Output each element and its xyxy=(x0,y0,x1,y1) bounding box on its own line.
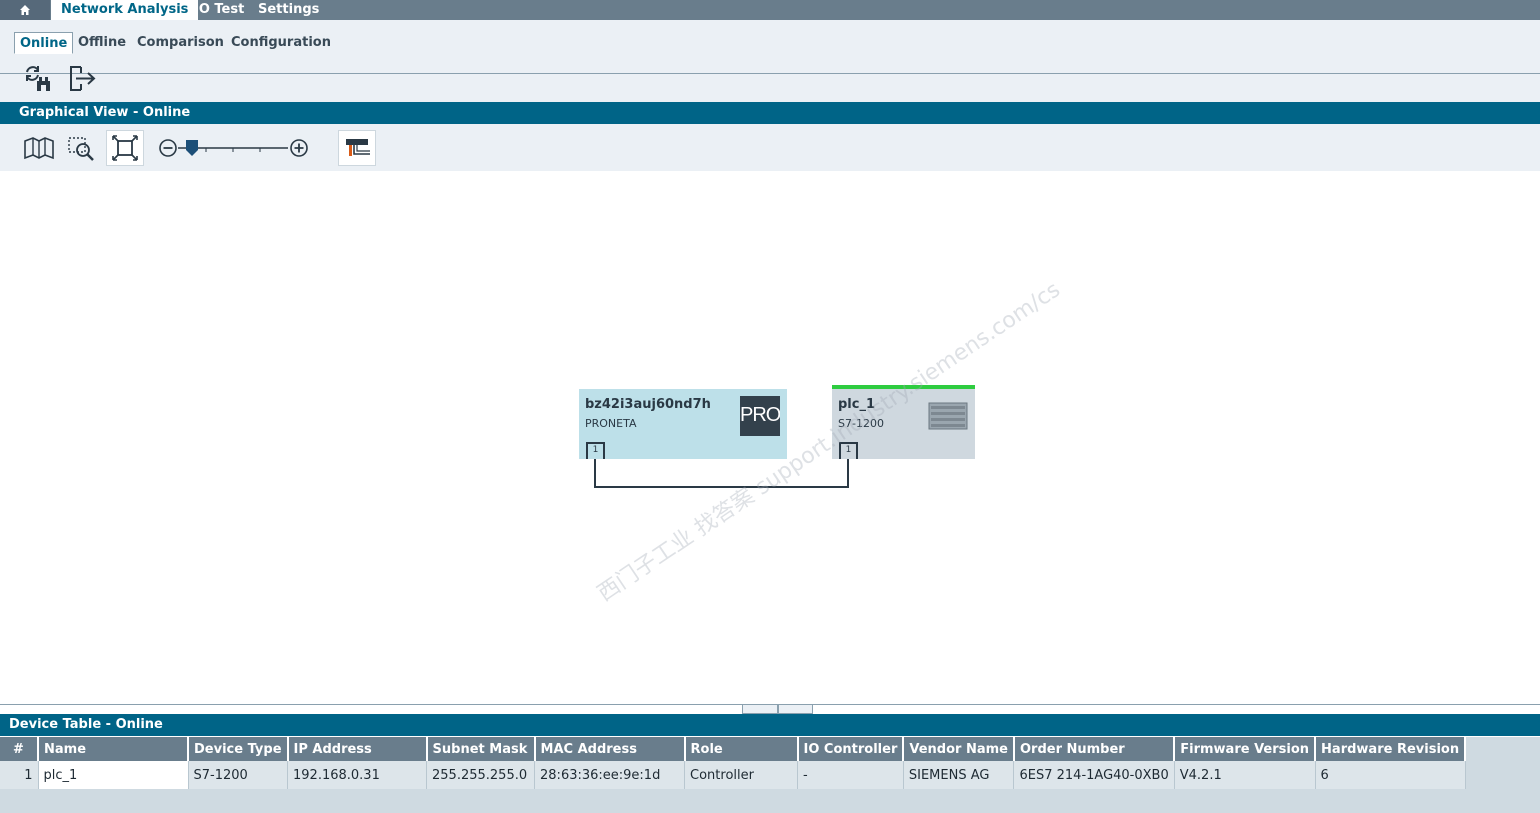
table-cell: 28:63:36:ee:9e:1d xyxy=(534,761,686,789)
zoom-in-button[interactable] xyxy=(289,138,309,158)
device-table-container: # Name Device Type IP Address Subnet Mask MAC… xyxy=(0,737,1540,813)
table-cell: plc_1 xyxy=(38,761,189,789)
table-row[interactable]: 1 plc_1 S7-1200 192.168.0.31 255.255.255.0 28… xyxy=(0,761,1466,789)
table-cell: - xyxy=(797,761,904,789)
map-overview-button[interactable] xyxy=(22,132,56,164)
table-header-row: # Name Device Type IP Address Subnet Mask MAC… xyxy=(0,737,1467,761)
fit-to-screen-icon xyxy=(112,135,138,161)
proneta-logo: PRON xyxy=(740,396,780,436)
column-header[interactable]: # xyxy=(0,737,39,761)
home-icon xyxy=(20,5,30,15)
collapse-up-button[interactable] xyxy=(778,705,813,718)
zoom-slider-thumb[interactable] xyxy=(186,140,198,156)
table-cell: Controller xyxy=(684,761,799,789)
tab-settings[interactable]: Settings xyxy=(248,0,329,20)
zoom-slider[interactable] xyxy=(178,138,288,158)
device-table-header: Device Table - Online xyxy=(0,714,1540,736)
subtab-online[interactable]: Online xyxy=(14,32,74,54)
table-cell: 6ES7 214-1AG40-0XB0 xyxy=(1013,761,1175,789)
export-button[interactable] xyxy=(66,62,98,94)
table-cell: V4.2.1 xyxy=(1174,761,1316,789)
tab-io-test[interactable]: IO Test xyxy=(184,0,254,20)
device-name: bz42i3auj60nd7h xyxy=(585,397,711,412)
device-name: plc_1 xyxy=(838,397,876,412)
column-header[interactable]: IP Address xyxy=(287,737,428,761)
device-table: # Name Device Type IP Address Subnet Mask MAC… xyxy=(0,737,1467,789)
network-graph-canvas[interactable]: bz42i3auj60nd7h PRONETA PRON 1 plc_1 S7-… xyxy=(0,171,1540,704)
topology-layout-button[interactable] xyxy=(338,130,376,166)
zoom-area-button[interactable] xyxy=(64,132,98,164)
graphical-view-toolbar xyxy=(0,124,1540,171)
tab-network-analysis[interactable]: Network Analysis xyxy=(51,0,199,20)
column-header[interactable]: Firmware Version xyxy=(1174,737,1317,761)
subtab-offline[interactable]: Offline xyxy=(73,32,131,54)
device-port[interactable]: 1 xyxy=(586,442,605,459)
column-header[interactable]: Name xyxy=(38,737,189,761)
table-cell: 255.255.255.0 xyxy=(426,761,536,789)
zoom-area-icon xyxy=(68,137,94,161)
table-body: 1 plc_1 S7-1200 192.168.0.31 255.255.255.0 28… xyxy=(0,761,1466,789)
column-header[interactable]: Order Number xyxy=(1013,737,1176,761)
divider xyxy=(0,73,1540,74)
device-node-plc[interactable]: plc_1 S7-1200 1 xyxy=(832,385,975,459)
topology-layout-icon xyxy=(346,139,370,156)
plc-hardware-icon xyxy=(928,402,968,430)
table-cell: 6 xyxy=(1315,761,1466,789)
collapse-down-button[interactable] xyxy=(742,705,778,718)
status-bar xyxy=(832,385,975,389)
table-cell: 192.168.0.31 xyxy=(287,761,428,789)
home-button[interactable] xyxy=(0,0,50,20)
table-cell: SIEMENS AG xyxy=(903,761,1015,789)
zoom-in-icon xyxy=(290,139,308,157)
subtab-configuration[interactable]: Configuration xyxy=(226,32,336,54)
column-header[interactable]: Vendor Name xyxy=(903,737,1015,761)
graphical-view-header: Graphical View - Online xyxy=(0,102,1540,124)
map-overview-icon xyxy=(24,137,54,160)
column-header[interactable]: IO Controller xyxy=(797,737,905,761)
zoom-out-icon xyxy=(159,139,177,157)
device-type: S7-1200 xyxy=(838,417,884,430)
device-type: PRONETA xyxy=(585,417,637,430)
column-header[interactable]: Role xyxy=(684,737,799,761)
column-header[interactable]: MAC Address xyxy=(534,737,686,761)
table-cell: 1 xyxy=(0,761,39,789)
fit-to-screen-button[interactable] xyxy=(106,130,144,166)
subtab-comparison[interactable]: Comparison xyxy=(132,32,229,54)
export-icon xyxy=(70,66,96,91)
sub-tab-area: Online Offline Comparison Configuration xyxy=(0,20,1540,102)
column-header[interactable]: Device Type xyxy=(188,737,289,761)
refresh-network-button[interactable] xyxy=(22,62,54,94)
panel-splitter[interactable] xyxy=(0,704,1540,718)
refresh-network-icon xyxy=(26,66,50,91)
column-header[interactable]: Hardware Revision xyxy=(1315,737,1467,761)
table-cell: S7-1200 xyxy=(188,761,289,789)
column-header[interactable]: Subnet Mask xyxy=(426,737,536,761)
device-node-proneta[interactable]: bz42i3auj60nd7h PRONETA PRON 1 xyxy=(579,389,787,459)
top-navigation-bar: Network Analysis IO Test Settings xyxy=(0,0,1540,20)
zoom-out-button[interactable] xyxy=(158,138,178,158)
device-port[interactable]: 1 xyxy=(839,442,858,459)
